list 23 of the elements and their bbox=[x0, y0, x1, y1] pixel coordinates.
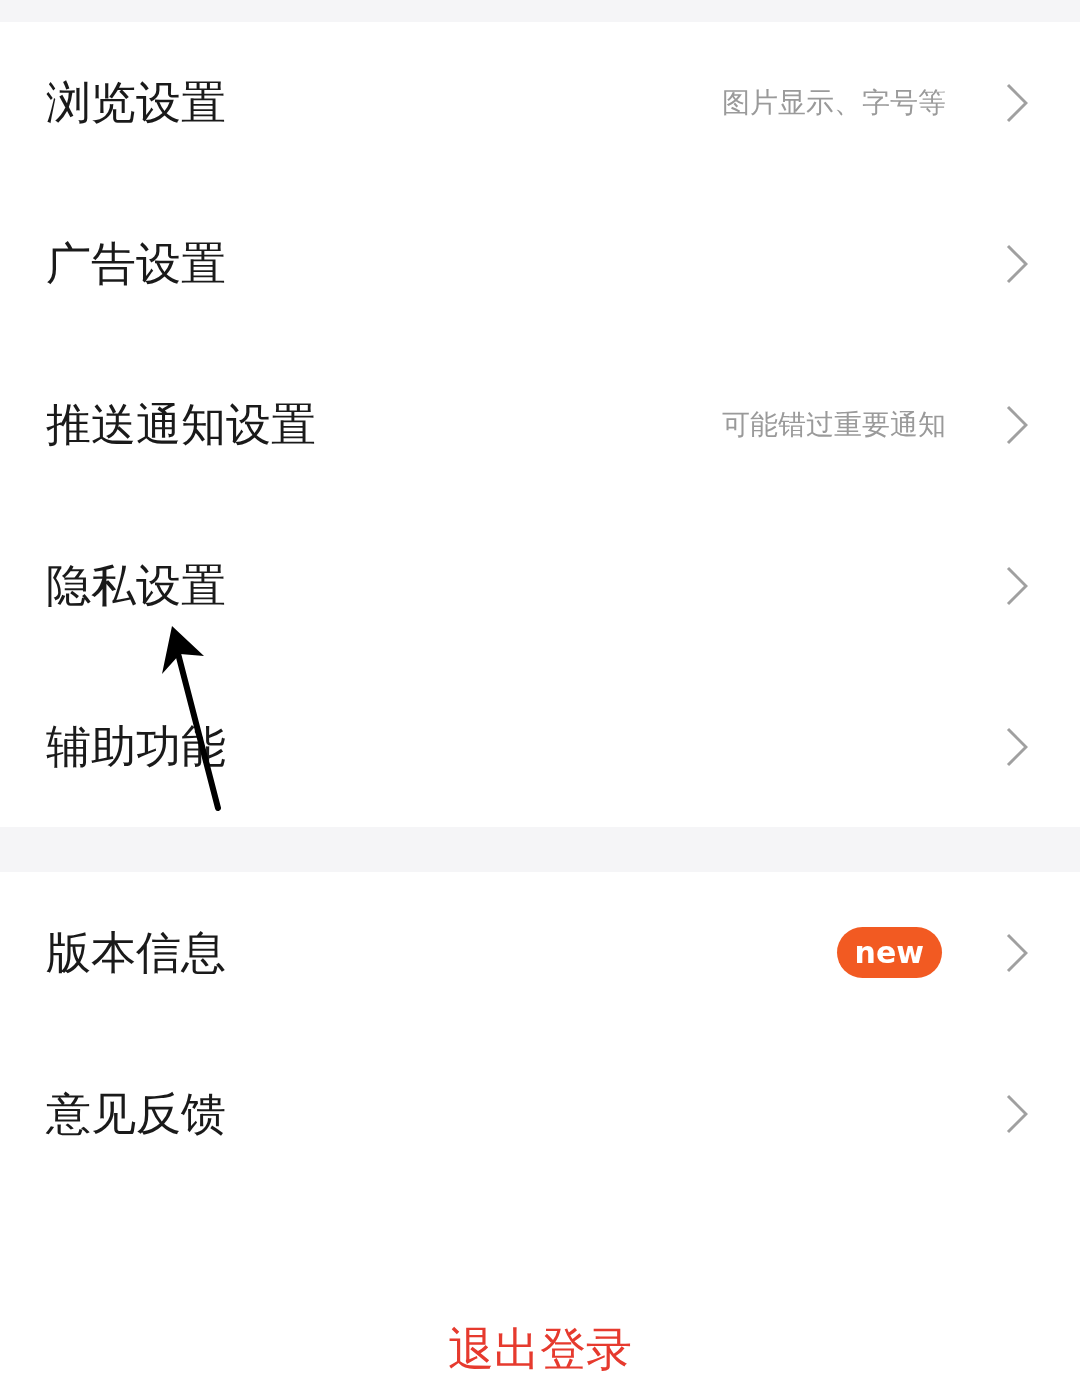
chevron-icon bbox=[1006, 243, 1028, 284]
item-title: 广告设置 bbox=[46, 235, 227, 292]
new-badge: new bbox=[836, 927, 942, 978]
chevron-icon bbox=[1006, 1093, 1028, 1134]
item-title: 版本信息 bbox=[46, 924, 227, 981]
settings-item[interactable]: 广告设置 bbox=[0, 183, 1080, 344]
settings-item[interactable]: 隐私设置 bbox=[0, 505, 1080, 666]
chevron-icon bbox=[1006, 82, 1028, 123]
item-hint: 图片显示、字号等 bbox=[722, 84, 946, 121]
settings-item[interactable]: 推送通知设置 可能错过重要通知 bbox=[0, 344, 1080, 505]
settings-item[interactable]: 版本信息 new bbox=[0, 872, 1080, 1033]
settings-item[interactable]: 意见反馈 bbox=[0, 1033, 1080, 1194]
item-title: 推送通知设置 bbox=[46, 396, 317, 453]
item-hint: 可能错过重要通知 bbox=[722, 406, 946, 443]
item-title: 浏览设置 bbox=[46, 74, 227, 131]
chevron-icon bbox=[1006, 404, 1028, 445]
chevron-icon bbox=[1006, 726, 1028, 767]
item-title: 意见反馈 bbox=[46, 1085, 227, 1142]
item-title: 隐私设置 bbox=[46, 557, 227, 614]
settings-item[interactable]: 浏览设置 图片显示、字号等 bbox=[0, 22, 1080, 183]
chevron-icon bbox=[1006, 565, 1028, 606]
logout-button[interactable]: 退出登录 bbox=[448, 1319, 632, 1381]
chevron-icon bbox=[1006, 932, 1028, 973]
